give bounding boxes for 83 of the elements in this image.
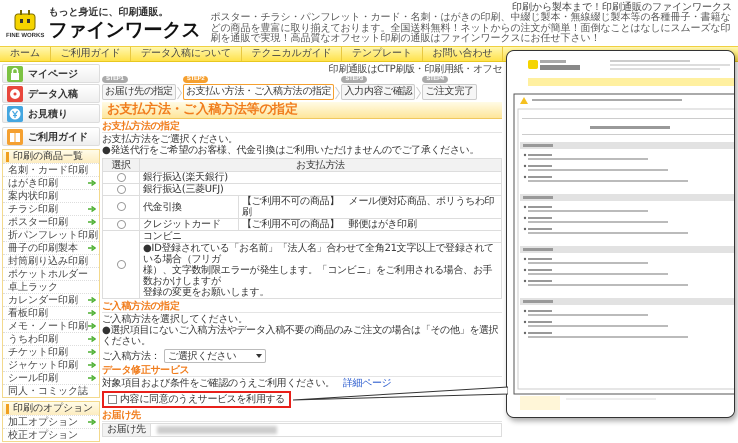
- detail-text: 様）、文字数制限エラーが発生します。「コンビニ」をご利用される場合、お手数おかけしますが: [143, 265, 494, 287]
- site-headline: 印刷から製本まで！印刷通販のファインワークス: [512, 2, 732, 13]
- table-cell: 【ご利用不可の商品】 郵便はがき印刷: [238, 218, 502, 230]
- column-header: お支払方法: [140, 158, 502, 172]
- sidebar-item[interactable]: 封筒刷り込み印刷: [3, 254, 99, 267]
- section-heading: お支払方法の指定: [102, 121, 502, 133]
- nav-link[interactable]: テクニカルガイド: [242, 47, 342, 61]
- sidebar-item[interactable]: ポケットホルダー: [3, 267, 99, 280]
- sidebar-item[interactable]: 冊子の印刷製本: [3, 241, 99, 254]
- guide-button[interactable]: ご利用ガイド: [2, 127, 100, 146]
- nav-link[interactable]: お問い合わせ: [422, 47, 503, 61]
- step-label: お届け先の指定: [102, 84, 176, 100]
- field-label: ご入稿方法：: [102, 350, 160, 362]
- table-cell: 銀行振込(三菱UFJ): [140, 184, 502, 196]
- radio-button[interactable]: [116, 220, 126, 229]
- step-label: 入力内容ご確認: [341, 84, 416, 100]
- step-label: ご注文完了: [422, 84, 477, 100]
- sidebar-item[interactable]: 校正オプション: [3, 428, 99, 441]
- logo-icon: [12, 10, 38, 32]
- detail-text: 登録の変更をお願いします。: [143, 287, 270, 298]
- radio-button[interactable]: [116, 184, 126, 194]
- instruction-text: ご入稿方法を選択してください。: [102, 314, 249, 325]
- category-title: 印刷の商品一覧: [13, 150, 83, 162]
- estimate-button[interactable]: お見積り: [2, 104, 100, 123]
- radio-button[interactable]: [116, 260, 126, 269]
- sidebar-item[interactable]: ジャケット印刷: [3, 358, 99, 371]
- sidebar-item[interactable]: ポスター印刷: [3, 215, 99, 228]
- sidebar-item[interactable]: 卓上ラック: [3, 280, 99, 293]
- select-field[interactable]: ご選択ください: [164, 349, 266, 363]
- nav-link[interactable]: テンプレート: [342, 47, 422, 61]
- mypage-button[interactable]: マイページ: [2, 64, 100, 83]
- sidebar-item[interactable]: 加工オプション: [3, 415, 99, 428]
- chevron-icon: [176, 86, 182, 100]
- detail-text: ●ID登録されている「お名前」「法人名」合わせて全角21文字以上で登録されている場合（フリガ: [143, 243, 495, 265]
- chevron-icon: [335, 86, 340, 100]
- sidebar-item[interactable]: 折パンフレット印刷: [3, 228, 99, 241]
- sidebar-item[interactable]: チケット印刷: [3, 345, 99, 358]
- sidebar-item[interactable]: 看板印刷: [3, 306, 99, 319]
- nav-link[interactable]: ご利用ガイド: [50, 47, 131, 61]
- disc-icon: [7, 86, 23, 102]
- notice-text: 印刷通販はCTP刷版・印刷用紙・オフセ: [328, 64, 502, 75]
- sidebar-item[interactable]: 案内状印刷: [3, 189, 99, 202]
- instruction-text: お支払方法をご選択ください。: [102, 134, 239, 145]
- instruction-text: ●選択項目にないご入稿方法やデータ入稿不要の商品のみご注文の場合は「その他」を選択ください。: [102, 325, 500, 347]
- upload-button[interactable]: データ入稿: [2, 84, 100, 103]
- section-heading: データ修正サービス: [102, 365, 502, 377]
- book-icon: [7, 128, 23, 144]
- sidebar-item[interactable]: はがき印刷: [3, 176, 99, 189]
- nav-link[interactable]: データ入稿について: [131, 47, 242, 61]
- column-header: 選択: [102, 158, 140, 172]
- table-cell: コンビニ: [140, 230, 502, 242]
- tagline: もっと身近に、印刷通販。: [48, 7, 170, 19]
- table-cell: クレジットカード: [140, 218, 238, 230]
- section-heading: お届け先: [102, 410, 502, 422]
- radio-button[interactable]: [116, 202, 126, 212]
- step-label: お支払い方法・ご入稿方法の指定: [182, 84, 334, 100]
- site-description: ポスター・チラシ・パンフレット・カード・名刺・はがきの印刷、中綴じ製本・無線綴じ製本等の各種冊子・書籍などの商品を豊富に取り揃えております。全国送料無料！ネットからの注文が簡単！面倒なことはなしにスムーズな印刷を通販で実現！高品質なオフセット印刷の通販はファインワークスにお任せ下さい！: [210, 13, 732, 45]
- yen-icon: [7, 106, 23, 122]
- instruction-text: ●発送代行をご希望のお客様、代金引換はご利用いただけませんのでご了承ください。: [102, 145, 480, 156]
- sidebar-item[interactable]: カレンダー印刷: [3, 293, 99, 306]
- sidebar-item[interactable]: うちわ印刷: [3, 332, 99, 345]
- brand-name[interactable]: ファインワークス: [48, 19, 200, 41]
- category-title: 印刷のオプション: [13, 402, 93, 414]
- sidebar-item[interactable]: メモ・ノート印刷: [3, 319, 99, 332]
- instruction-text: 対象項目および条件をご確認のうえご利用ください。: [102, 378, 335, 389]
- chevron-icon: [416, 86, 422, 100]
- field-label: お届け先: [103, 424, 151, 436]
- lock-icon: [7, 66, 23, 82]
- table-cell: 【ご利用不可の商品】 メール便対応商品、ポリうちわ印刷: [238, 196, 502, 218]
- table-cell: 銀行振込(楽天銀行): [140, 172, 502, 184]
- section-heading: ご入稿方法の指定: [102, 301, 502, 313]
- sidebar-item[interactable]: チラシ印刷: [3, 202, 99, 215]
- page-title: お支払方法・ご入稿方法等の指定: [102, 102, 502, 119]
- details-link[interactable]: 詳細ページ: [342, 378, 392, 389]
- sidebar-item[interactable]: 名刺・カード印刷: [3, 163, 99, 176]
- caret-icon: [256, 354, 262, 358]
- sidebar-item[interactable]: 同人・コミック誌: [3, 384, 99, 397]
- checkbox-label[interactable]: 内容に同意のうえサービスを利用する: [120, 394, 285, 405]
- checkbox[interactable]: [108, 395, 117, 404]
- nav-link[interactable]: ホーム: [0, 47, 50, 61]
- table-cell: 代金引換: [140, 196, 238, 218]
- radio-button[interactable]: [116, 172, 126, 182]
- sidebar-item[interactable]: シール印刷: [3, 371, 99, 384]
